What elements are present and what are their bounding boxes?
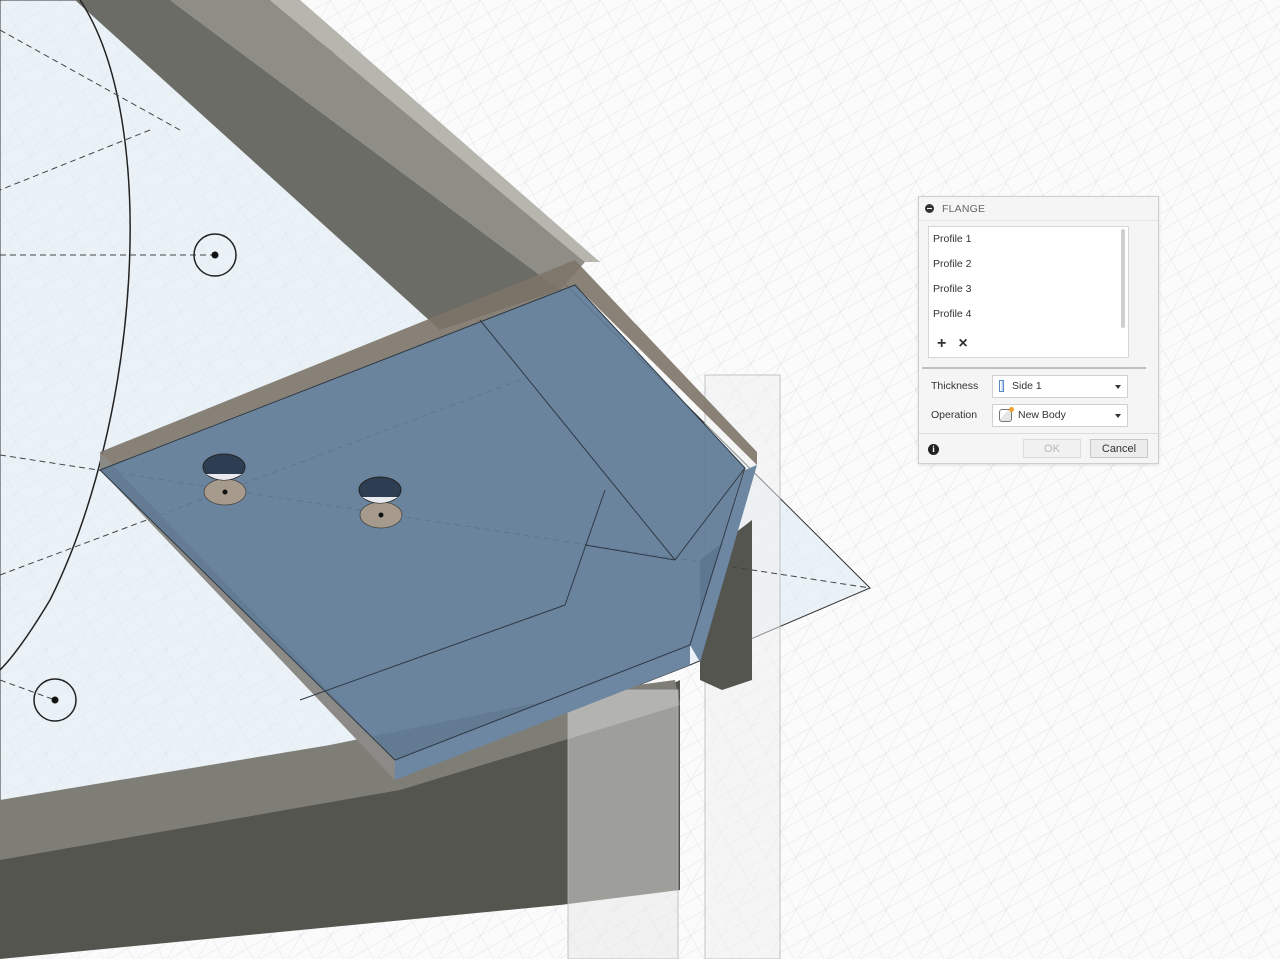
add-profile-button[interactable]: +	[937, 336, 946, 352]
dialog-footer: i OK Cancel	[919, 433, 1158, 465]
operation-row: Operation New Body	[931, 403, 1149, 427]
profile-list-scrollbar[interactable]	[1121, 229, 1125, 328]
operation-label: Operation	[931, 409, 978, 421]
dialog-separator	[922, 367, 1146, 369]
chevron-down-icon	[1115, 413, 1121, 418]
cancel-button[interactable]: Cancel	[1090, 439, 1148, 458]
new-body-icon	[999, 406, 1014, 422]
profile-list[interactable]: Profile 1 Profile 2 Profile 3 Profile 4 …	[928, 226, 1129, 358]
info-icon[interactable]: i	[928, 444, 939, 455]
thickness-value: Side 1	[1012, 380, 1042, 392]
dialog-title: FLANGE	[942, 202, 986, 215]
operation-select[interactable]: New Body	[992, 403, 1128, 427]
remove-profile-button[interactable]: ×	[958, 336, 967, 352]
dialog-header: FLANGE	[919, 197, 1158, 221]
ok-button[interactable]: OK	[1023, 439, 1081, 458]
thickness-row: Thickness Side 1	[931, 374, 1149, 398]
profile-item-4[interactable]: Profile 4	[929, 302, 1128, 327]
profile-item-2[interactable]: Profile 2	[929, 252, 1128, 277]
profile-item-3[interactable]: Profile 3	[929, 277, 1128, 302]
chevron-down-icon	[1115, 384, 1121, 389]
profile-item-1[interactable]: Profile 1	[929, 227, 1128, 252]
thickness-select[interactable]: Side 1	[992, 374, 1128, 398]
thickness-label: Thickness	[931, 380, 979, 392]
collapse-icon[interactable]	[925, 204, 934, 213]
flange-dialog: FLANGE Profile 1 Profile 2 Profile 3 Pro…	[918, 196, 1159, 464]
frame-post	[567, 689, 679, 959]
operation-value: New Body	[1018, 409, 1066, 421]
3d-viewport[interactable]	[0, 0, 1280, 959]
thickness-side-icon	[999, 380, 1004, 392]
